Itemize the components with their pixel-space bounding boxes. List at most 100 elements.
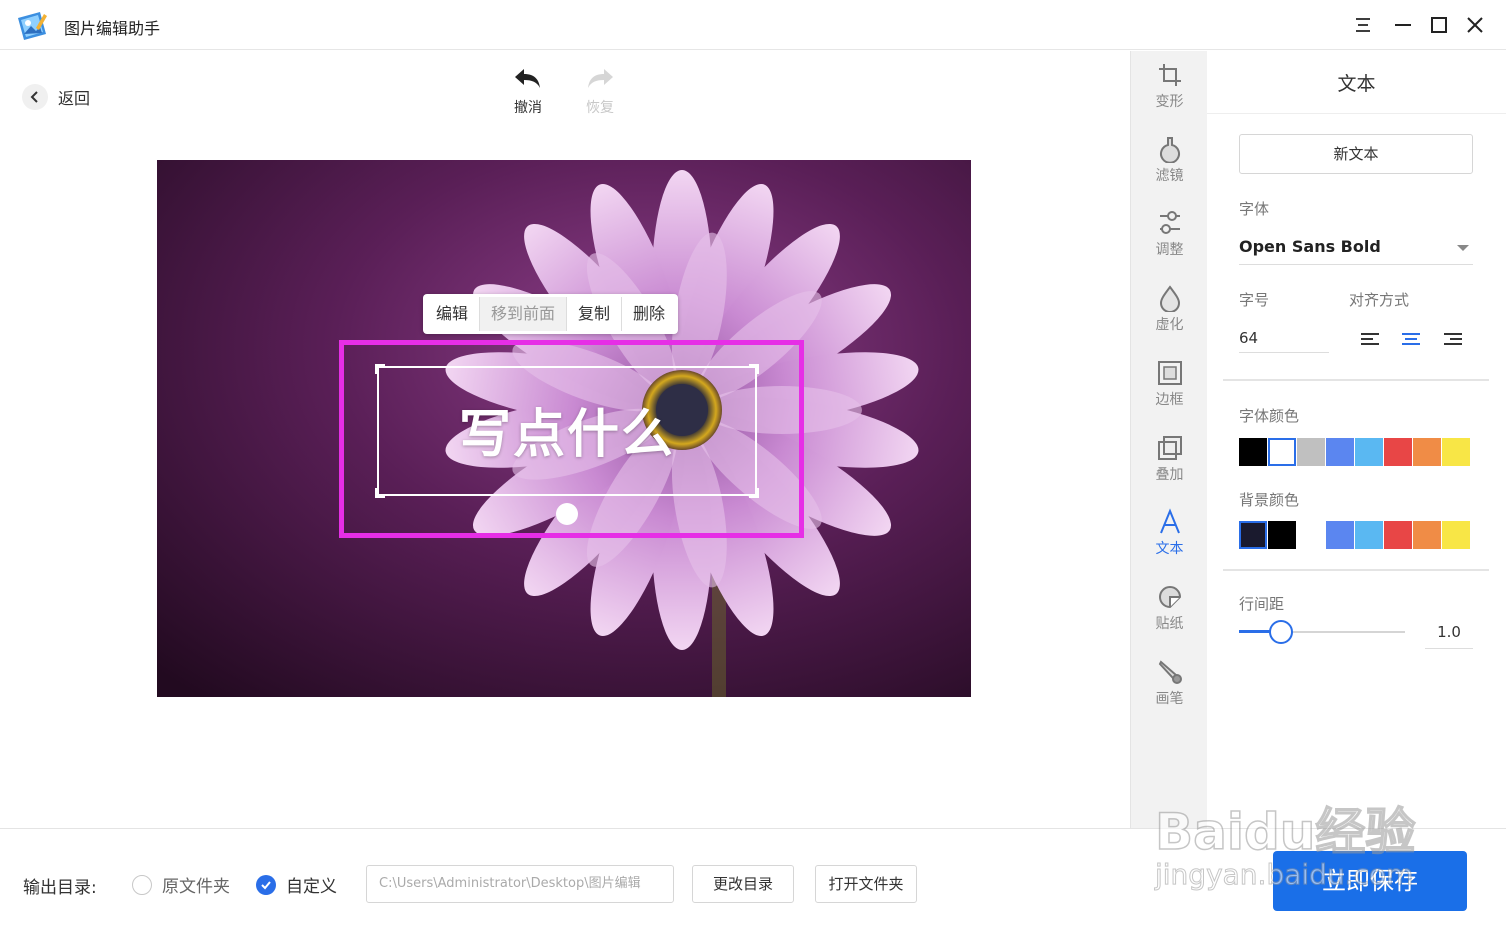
radio-checked-icon	[256, 874, 276, 895]
divider	[1223, 569, 1489, 571]
divider	[1207, 113, 1506, 114]
bottom-bar: 输出目录: 原文件夹 自定义 C:\Users\Administrator\De…	[0, 828, 1506, 932]
maximize-icon[interactable]	[1426, 12, 1452, 38]
font-color-swatch[interactable]	[1413, 438, 1441, 466]
overlay-icon	[1157, 436, 1182, 460]
title-bar: 图片编辑助手	[0, 0, 1506, 50]
tool-label: 叠加	[1155, 467, 1184, 483]
adjust-icon	[1159, 211, 1180, 234]
chevron-left-icon	[22, 84, 48, 110]
tool-text[interactable]: 文本	[1131, 508, 1208, 558]
tool-label: 画笔	[1155, 691, 1184, 707]
app-logo-icon	[14, 8, 50, 42]
tool-adjust[interactable]: 调整	[1131, 209, 1208, 259]
tool-label: 贴纸	[1155, 616, 1184, 632]
font-select-value: Open Sans Bold	[1239, 237, 1381, 256]
copy-button[interactable]: 复制	[567, 297, 623, 331]
radio-custom-folder[interactable]: 自定义	[256, 872, 337, 897]
output-dir-label: 输出目录:	[23, 878, 97, 898]
bg-color-swatch[interactable]	[1355, 521, 1383, 549]
tool-label: 文本	[1155, 541, 1184, 557]
back-label: 返回	[58, 89, 91, 108]
font-color-swatch[interactable]	[1442, 438, 1470, 466]
tool-border[interactable]: 边框	[1131, 359, 1208, 409]
font-size-input[interactable]	[1239, 323, 1329, 353]
edit-button[interactable]: 编辑	[425, 297, 481, 331]
filter-flask-icon	[1159, 137, 1180, 163]
text-a-icon	[1159, 508, 1180, 534]
bg-color-swatch[interactable]	[1413, 521, 1441, 549]
tool-label: 边框	[1155, 392, 1184, 408]
radio-original-label: 原文件夹	[162, 877, 230, 897]
save-now-button[interactable]: 立即保存	[1273, 851, 1467, 911]
tool-brush[interactable]: 画笔	[1131, 658, 1208, 708]
tool-blur[interactable]: 虚化	[1131, 284, 1208, 334]
align-left-icon	[1361, 333, 1379, 345]
line-spacing-slider-thumb[interactable]	[1268, 620, 1293, 644]
tool-sticker[interactable]: 贴纸	[1131, 583, 1208, 633]
menu-icon[interactable]	[1350, 12, 1376, 38]
change-dir-button[interactable]: 更改目录	[692, 865, 794, 903]
redo-button[interactable]: 恢复	[575, 65, 625, 117]
font-color-swatch[interactable]	[1384, 438, 1412, 466]
delete-button[interactable]: 删除	[622, 297, 676, 331]
font-color-swatch[interactable]	[1297, 438, 1325, 466]
bg-color-swatch[interactable]	[1239, 521, 1267, 549]
align-center-button[interactable]	[1400, 329, 1422, 349]
redo-arrow-icon	[588, 69, 613, 88]
open-folder-button[interactable]: 打开文件夹	[815, 865, 917, 903]
resize-handle[interactable]	[749, 488, 759, 498]
undo-arrow-icon	[515, 69, 540, 88]
panel-title: 文本	[1337, 73, 1376, 95]
new-text-button[interactable]: 新文本	[1239, 134, 1473, 174]
border-frame-icon	[1157, 361, 1182, 385]
tool-filter[interactable]: 滤镜	[1131, 135, 1208, 185]
redo-label: 恢复	[586, 100, 614, 116]
app-title: 图片编辑助手	[64, 19, 161, 38]
bg-color-swatches	[1239, 521, 1471, 549]
font-color-swatches	[1239, 438, 1471, 466]
font-color-swatch[interactable]	[1268, 438, 1296, 466]
font-select[interactable]: Open Sans Bold	[1239, 233, 1473, 265]
radio-original-folder[interactable]: 原文件夹	[132, 872, 230, 897]
align-right-icon	[1444, 333, 1462, 345]
resize-handle[interactable]	[375, 364, 385, 374]
align-right-button[interactable]	[1442, 329, 1464, 349]
back-button[interactable]: 返回	[22, 84, 90, 110]
bring-front-button[interactable]: 移到前面	[480, 297, 568, 331]
align-label: 对齐方式	[1349, 291, 1410, 309]
bg-color-swatch[interactable]	[1326, 521, 1354, 549]
font-color-swatch[interactable]	[1239, 438, 1267, 466]
sticker-icon	[1158, 586, 1181, 609]
properties-panel: 文本 新文本 字体 Open Sans Bold 字号 对齐方式 字体颜色 背景…	[1207, 51, 1506, 828]
crop-icon	[1158, 64, 1181, 86]
resize-handle[interactable]	[749, 364, 759, 374]
tool-label: 变形	[1155, 94, 1184, 110]
tool-label: 滤镜	[1155, 168, 1184, 184]
close-icon[interactable]	[1462, 12, 1488, 38]
font-label: 字体	[1239, 200, 1270, 218]
radio-unchecked-icon	[132, 874, 152, 895]
align-left-button[interactable]	[1359, 329, 1381, 349]
line-spacing-value[interactable]: 1.0	[1425, 619, 1473, 649]
align-center-icon	[1402, 333, 1420, 345]
bg-color-swatch[interactable]	[1268, 521, 1296, 549]
tool-transform[interactable]: 变形	[1131, 61, 1208, 111]
rotate-handle[interactable]	[556, 503, 578, 525]
bg-color-swatch[interactable]	[1297, 521, 1325, 549]
undo-button[interactable]: 撤消	[503, 65, 553, 117]
output-path-input[interactable]: C:\Users\Administrator\Desktop\图片编辑	[366, 865, 674, 903]
tool-overlay[interactable]: 叠加	[1131, 434, 1208, 484]
resize-handle[interactable]	[375, 488, 385, 498]
font-color-swatch[interactable]	[1326, 438, 1354, 466]
font-color-label: 字体颜色	[1239, 407, 1300, 425]
line-spacing-label: 行间距	[1239, 595, 1285, 613]
bg-color-swatch[interactable]	[1442, 521, 1470, 549]
radio-custom-label: 自定义	[286, 877, 337, 897]
minimize-icon[interactable]	[1390, 12, 1416, 38]
bg-color-swatch[interactable]	[1384, 521, 1412, 549]
tool-label: 虚化	[1155, 317, 1184, 333]
font-color-swatch[interactable]	[1355, 438, 1383, 466]
tool-sidebar: 变形 滤镜 调整 虚化 边框 叠加 文本 贴纸 画笔	[1130, 51, 1207, 828]
canvas-text[interactable]: 写点什么	[377, 392, 757, 467]
